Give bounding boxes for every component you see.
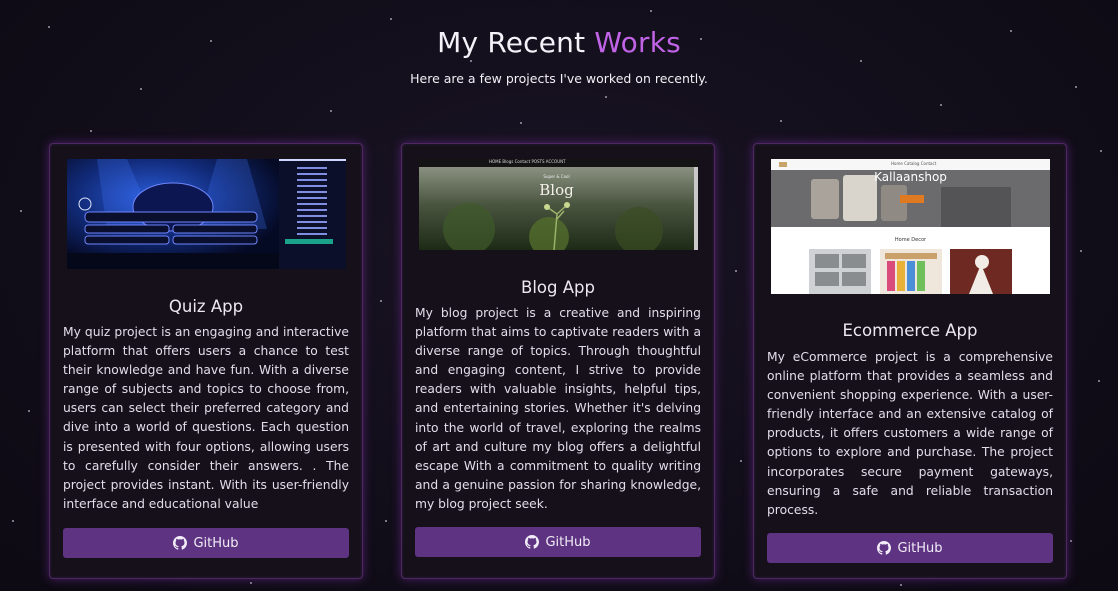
blog-nav-text: HOME Blogs Contact POSTS ACCOUNT xyxy=(489,159,566,164)
section-title-accent: Works xyxy=(594,26,681,59)
section-title: My Recent Works xyxy=(0,26,1118,59)
project-description: My eCommerce project is a comprehensive … xyxy=(767,350,1053,517)
project-title: Quiz App xyxy=(168,297,244,316)
section-title-text: My Recent xyxy=(437,26,595,59)
quiz-app-screenshot xyxy=(67,159,346,269)
github-button-label: GitHub xyxy=(897,540,943,556)
project-card-quiz: Quiz App My quiz project is an engaging … xyxy=(49,143,363,579)
ecommerce-section-title: Home Decor xyxy=(894,237,927,243)
blog-hero-title: Blog xyxy=(539,181,574,199)
github-button-label: GitHub xyxy=(545,534,591,550)
github-icon xyxy=(173,536,188,550)
blog-hero-small: Super & Cool xyxy=(543,174,570,179)
portfolio-works-section: My Recent Works Here are a few projects … xyxy=(0,0,1118,591)
project-card-ecommerce: Home Catalog Contact Kallaanshop Home De… xyxy=(753,143,1067,579)
blog-app-screenshot: HOME Blogs Contact POSTS ACCOUNT Super &… xyxy=(419,159,698,250)
github-button[interactable]: GitHub xyxy=(63,528,349,558)
project-description: My blog project is a creative and inspir… xyxy=(415,306,701,511)
github-button[interactable]: GitHub xyxy=(415,527,701,557)
github-icon xyxy=(525,535,540,549)
project-card-blog: HOME Blogs Contact POSTS ACCOUNT Super &… xyxy=(401,143,715,579)
project-title: Ecommerce App xyxy=(842,321,978,340)
ecommerce-app-screenshot: Home Catalog Contact Kallaanshop Home De… xyxy=(771,159,1050,294)
github-button[interactable]: GitHub xyxy=(767,533,1053,563)
project-title: Blog App xyxy=(521,278,595,297)
project-description: My quiz project is an engaging and inter… xyxy=(63,325,349,511)
github-icon xyxy=(877,541,892,555)
ecommerce-nav-text: Home Catalog Contact xyxy=(891,161,937,166)
section-subtitle: Here are a few projects I've worked on r… xyxy=(410,71,708,86)
ecommerce-brand: Kallaanshop xyxy=(874,170,947,184)
github-button-label: GitHub xyxy=(193,535,239,551)
